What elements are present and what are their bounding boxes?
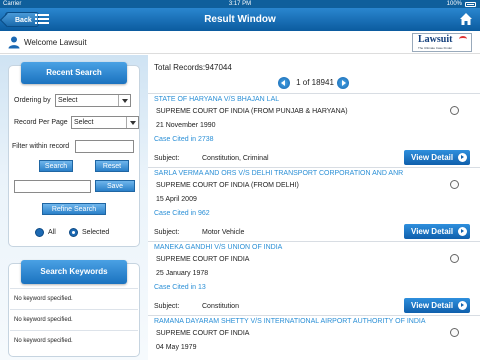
per-page-value: Select (74, 119, 94, 126)
ordering-label: Ordering by (14, 97, 51, 104)
select-checkbox[interactable] (450, 180, 459, 189)
page-indicator: 1 of 18941 (296, 78, 334, 87)
case-title-link[interactable]: SARLA VERMA AND ORS V/S DELHI TRANSPORT … (154, 170, 403, 177)
select-checkbox[interactable] (450, 106, 459, 115)
view-detail-button[interactable]: View Detail (404, 150, 470, 165)
chevron-down-icon (126, 117, 138, 128)
arrow-right-icon (458, 227, 467, 236)
court-name: SUPREME COURT OF INDIA (156, 330, 250, 337)
select-checkbox[interactable] (450, 328, 459, 337)
ordering-value: Select (58, 97, 78, 104)
logo-name: Lawsuit (418, 34, 453, 45)
subject-label: Subject: (154, 303, 180, 310)
search-keywords-header: Search Keywords (21, 260, 127, 284)
nav-bar: Back Result Window (0, 8, 480, 31)
radio-selected[interactable] (69, 228, 78, 237)
logo-tagline: The Ultimate Case Finder (418, 46, 453, 50)
keyword-row: No keyword specified. (10, 288, 138, 309)
subject-value: Motor Vehicle (202, 229, 245, 236)
subject-label: Subject: (154, 229, 180, 236)
status-bar: Carrier 3:17 PM 100% (0, 0, 480, 8)
radio-selected-label: Selected (82, 229, 110, 236)
save-button[interactable]: Save (95, 180, 135, 192)
case-cited-link[interactable]: Case Cited in 2738 (154, 136, 214, 143)
arrow-right-icon (458, 153, 467, 162)
lawsuit-logo: Lawsuit The Ultimate Case Finder (412, 33, 472, 52)
subject-value: Constitution (202, 303, 239, 310)
battery-percent: 100% (446, 1, 462, 7)
case-title-link[interactable]: MANEKA GANDHI V/S UNION OF INDIA (154, 244, 282, 251)
prev-page-button[interactable] (278, 77, 290, 89)
search-button[interactable]: Search (39, 160, 73, 172)
save-search-input[interactable] (14, 180, 91, 193)
next-page-button[interactable] (337, 77, 349, 89)
court-name: SUPREME COURT OF INDIA (156, 256, 250, 263)
case-date: 21 November 1990 (156, 122, 216, 129)
view-detail-label: View Detail (411, 301, 454, 310)
select-checkbox[interactable] (450, 254, 459, 263)
case-cited-link[interactable]: Case Cited in 13 (154, 284, 206, 291)
result-item: MANEKA GANDHI V/S UNION OF INDIA SUPREME… (148, 241, 480, 315)
case-date: 04 May 1979 (156, 344, 197, 351)
battery-icon (465, 2, 476, 7)
radio-all[interactable] (35, 228, 44, 237)
user-icon (8, 36, 20, 49)
result-item: SARLA VERMA AND ORS V/S DELHI TRANSPORT … (148, 167, 480, 241)
logo-swoosh-icon (459, 36, 467, 42)
view-detail-button[interactable]: View Detail (404, 224, 470, 239)
subject-value: Constitution, Criminal (202, 155, 269, 162)
per-page-label: Record Per Page (14, 119, 68, 126)
radio-all-label: All (48, 229, 56, 236)
result-item: RAMANA DAYARAM SHETTY V/S INTERNATIONAL … (148, 315, 480, 360)
case-cited-link[interactable]: Case Cited in 962 (154, 210, 210, 217)
home-icon[interactable] (459, 12, 473, 26)
case-date: 15 April 2009 (156, 196, 197, 203)
total-records: Total Records:947044 (154, 63, 232, 72)
filter-label: Filter within record (12, 143, 70, 150)
search-keywords-panel: Search Keywords No keyword specified. No… (8, 260, 140, 357)
result-item: STATE OF HARYANA V/S BHAJAN LAL SUPREME … (148, 93, 480, 167)
page-title: Result Window (204, 14, 276, 25)
recent-search-header: Recent Search (21, 62, 127, 84)
welcome-bar: Welcome Lawsuit Lawsuit The Ultimate Cas… (0, 31, 480, 54)
chevron-down-icon (118, 95, 130, 106)
clock: 3:17 PM (228, 1, 252, 7)
sidebar: Recent Search Ordering by Select Record … (0, 55, 148, 360)
case-date: 25 January 1978 (156, 270, 209, 277)
per-page-select[interactable]: Select (71, 116, 139, 129)
keyword-row: No keyword specified. (10, 309, 138, 330)
refine-search-button[interactable]: Refine Search (42, 203, 106, 215)
subject-label: Subject: (154, 155, 180, 162)
recent-search-panel: Recent Search Ordering by Select Record … (8, 62, 140, 247)
court-name: SUPREME COURT OF INDIA (FROM DELHI) (156, 182, 299, 189)
view-detail-label: View Detail (411, 153, 454, 162)
case-title-link[interactable]: STATE OF HARYANA V/S BHAJAN LAL (154, 96, 279, 103)
keyword-row: No keyword specified. (10, 330, 138, 351)
welcome-text: Welcome Lawsuit (24, 38, 87, 47)
view-detail-button[interactable]: View Detail (404, 298, 470, 313)
case-title-link[interactable]: RAMANA DAYARAM SHETTY V/S INTERNATIONAL … (154, 318, 426, 325)
view-detail-label: View Detail (411, 227, 454, 236)
filter-input[interactable] (75, 140, 134, 153)
court-name: SUPREME COURT OF INDIA (FROM PUNJAB & HA… (156, 108, 348, 115)
results-pane: Total Records:947044 1 of 18941 STATE OF… (148, 55, 480, 360)
arrow-right-icon (458, 301, 467, 310)
reset-button[interactable]: Reset (95, 160, 129, 172)
ordering-select[interactable]: Select (55, 94, 131, 107)
